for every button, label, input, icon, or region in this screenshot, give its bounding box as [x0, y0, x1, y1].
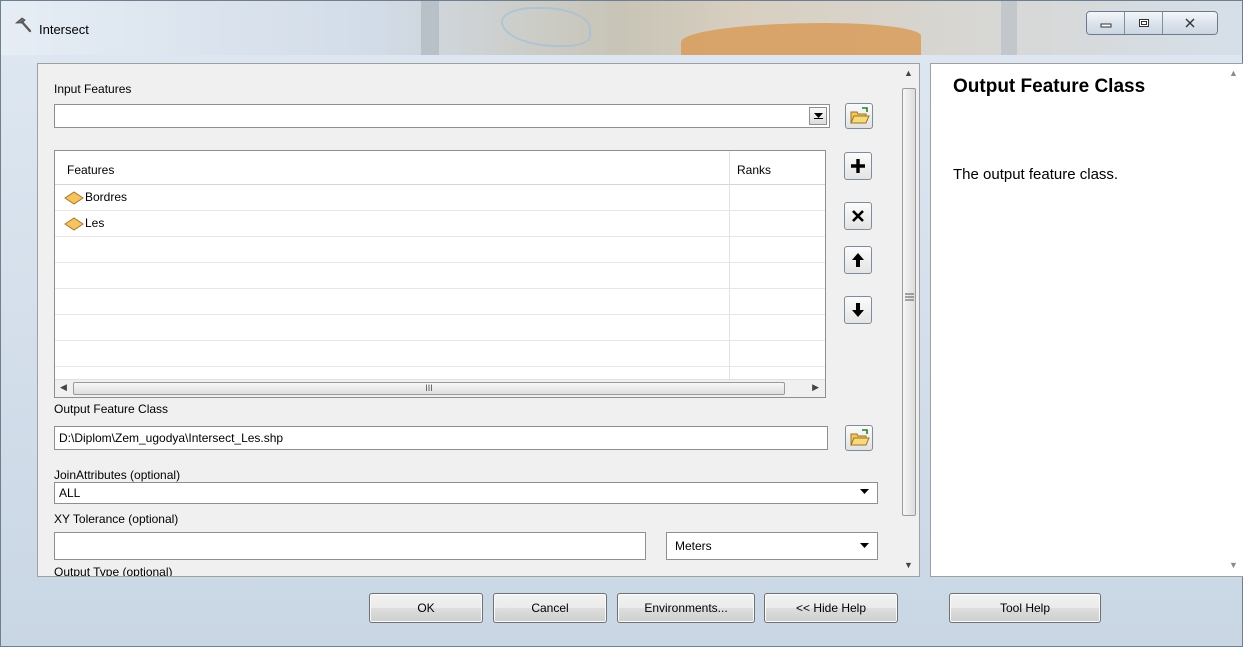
- open-folder-icon: [850, 107, 870, 124]
- cancel-button[interactable]: Cancel: [493, 593, 607, 623]
- environments-button[interactable]: Environments...: [617, 593, 755, 623]
- features-table[interactable]: Features Ranks Bordres Les ◀ III ▶: [54, 150, 826, 398]
- table-row[interactable]: [55, 341, 825, 367]
- output-feature-class-browse-button[interactable]: [845, 425, 873, 451]
- remove-row-button[interactable]: [844, 202, 872, 230]
- scroll-grip-icon: [905, 293, 914, 301]
- xy-tolerance-field[interactable]: [54, 532, 646, 560]
- maximize-icon: [1138, 19, 1149, 27]
- join-attributes-select[interactable]: ALL: [54, 482, 878, 504]
- xy-tolerance-unit-select[interactable]: Meters: [666, 532, 878, 560]
- scroll-left-icon[interactable]: ◀: [60, 382, 67, 393]
- table-row[interactable]: [55, 263, 825, 289]
- open-folder-icon: [850, 429, 870, 446]
- table-header: Features Ranks: [55, 151, 825, 185]
- xy-tolerance-unit-value: Meters: [675, 539, 712, 553]
- column-header-features[interactable]: Features: [67, 163, 114, 177]
- scroll-down-icon[interactable]: ▼: [904, 560, 913, 570]
- background-map-decoration: [421, 1, 439, 55]
- feature-name: Bordres: [85, 190, 128, 204]
- background-map-decoration: [1001, 1, 1017, 55]
- ok-button[interactable]: OK: [369, 593, 483, 623]
- output-feature-class-value: D:\Diplom\Zem_ugodya\Intersect_Les.shp: [59, 431, 284, 445]
- background-map-decoration: [681, 23, 921, 55]
- table-row[interactable]: [55, 315, 825, 341]
- remove-icon: [852, 210, 864, 222]
- table-horizontal-scrollbar[interactable]: ◀ III ▶: [55, 379, 825, 397]
- close-button[interactable]: [1163, 12, 1217, 34]
- table-row[interactable]: [55, 237, 825, 263]
- input-features-dropdown-button[interactable]: [809, 107, 827, 125]
- polygon-layer-icon: [64, 217, 84, 231]
- window-title: Intersect: [39, 22, 89, 37]
- table-row[interactable]: Les: [55, 211, 825, 237]
- help-pane: Output Feature Class The output feature …: [930, 63, 1243, 577]
- minimize-button[interactable]: [1087, 12, 1125, 34]
- column-header-ranks[interactable]: Ranks: [737, 163, 771, 177]
- move-up-button[interactable]: [844, 246, 872, 274]
- minimize-icon: [1100, 23, 1111, 28]
- horizontal-scroll-thumb[interactable]: III: [73, 382, 785, 395]
- feature-name: Les: [85, 216, 105, 230]
- move-up-icon: [852, 253, 864, 267]
- scroll-up-icon[interactable]: ▲: [904, 68, 913, 78]
- input-features-label: Input Features: [54, 82, 132, 96]
- help-title: Output Feature Class: [953, 76, 1146, 97]
- maximize-button[interactable]: [1125, 12, 1163, 34]
- scroll-down-icon[interactable]: ▼: [1229, 560, 1238, 570]
- tool-help-button[interactable]: Tool Help: [949, 593, 1101, 623]
- polygon-layer-icon: [64, 191, 84, 205]
- chevron-down-icon: [813, 113, 823, 119]
- close-icon: [1185, 18, 1195, 28]
- help-description: The output feature class.: [953, 166, 1119, 183]
- join-attributes-label: JoinAttributes (optional): [54, 468, 181, 482]
- hide-help-button[interactable]: << Hide Help: [764, 593, 898, 623]
- add-row-button[interactable]: [844, 152, 872, 180]
- input-features-combobox[interactable]: [54, 104, 830, 128]
- hammer-icon: [14, 17, 32, 33]
- help-vertical-scrollbar[interactable]: ▲ ▼: [1225, 64, 1243, 576]
- vertical-scroll-thumb[interactable]: [902, 88, 916, 516]
- add-icon: [851, 159, 865, 173]
- move-down-button[interactable]: [844, 296, 872, 324]
- chevron-down-icon: [860, 543, 869, 548]
- output-feature-class-field[interactable]: D:\Diplom\Zem_ugodya\Intersect_Les.shp: [54, 426, 828, 450]
- chevron-down-icon: [860, 489, 869, 494]
- table-row[interactable]: Bordres: [55, 185, 825, 211]
- output-feature-class-label: Output Feature Class: [54, 402, 169, 416]
- parameters-pane: Input Features Features Ranks Bordres Le…: [37, 63, 920, 577]
- scroll-right-icon[interactable]: ▶: [812, 382, 819, 393]
- move-down-icon: [852, 303, 864, 317]
- join-attributes-value: ALL: [59, 486, 81, 500]
- window-controls: [1086, 11, 1218, 35]
- input-features-browse-button[interactable]: [845, 103, 873, 129]
- background-map-decoration: [501, 7, 591, 47]
- output-type-clip: Output Type (optional): [38, 564, 898, 576]
- table-row[interactable]: [55, 289, 825, 315]
- scroll-grip: III: [425, 383, 433, 393]
- output-type-label: Output Type (optional): [54, 565, 173, 576]
- xy-tolerance-label: XY Tolerance (optional): [54, 512, 179, 526]
- scroll-up-icon[interactable]: ▲: [1229, 68, 1238, 78]
- intersect-dialog: Intersect Input Features Features Ranks …: [0, 0, 1243, 647]
- parameters-vertical-scrollbar[interactable]: ▲ ▼: [900, 64, 918, 576]
- title-bar[interactable]: Intersect: [1, 1, 1242, 55]
